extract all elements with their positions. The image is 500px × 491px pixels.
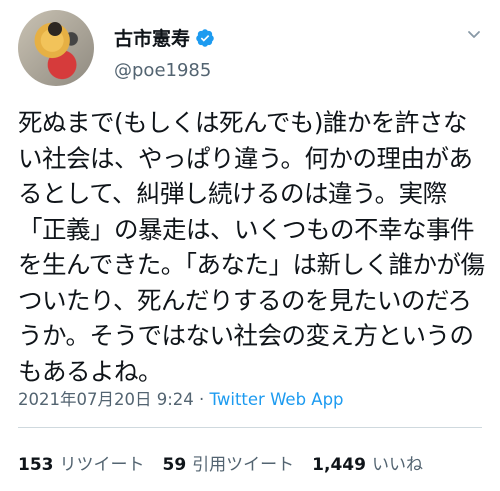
retweets-label: リツイート — [59, 455, 145, 475]
tweet-header: 古市憲寿 @poe1985 — [18, 10, 482, 90]
avatar[interactable] — [18, 10, 94, 86]
display-name-text: 古市憲寿 — [114, 28, 191, 50]
meta-separator: · — [193, 390, 210, 409]
likes-stat[interactable]: 1,449 いいね — [312, 450, 423, 475]
display-name[interactable]: 古市憲寿 — [114, 24, 215, 51]
tweet-timestamp[interactable]: 2021年07月20日 9:24 — [18, 390, 194, 409]
tweet-meta: 2021年07月20日 9:24 · Twitter Web App — [18, 386, 344, 410]
tweet-source[interactable]: Twitter Web App — [210, 390, 344, 409]
more-icon[interactable] — [466, 26, 482, 42]
tweet-stats: 153 リツイート 59 引用ツイート 1,449 いいね — [18, 450, 441, 475]
retweets-stat[interactable]: 153 リツイート — [18, 450, 145, 475]
verified-badge-icon — [196, 29, 214, 47]
divider — [18, 427, 482, 428]
tweet: 古市憲寿 @poe1985 死ぬまで(もしくは死んでも)誰かを許さない社会は、や… — [0, 0, 500, 491]
likes-count: 1,449 — [312, 455, 366, 475]
tweet-text: 死ぬまで(もしくは死んでも)誰かを許さない社会は、やっぱり違う。何かの理由がある… — [18, 108, 485, 386]
likes-label: いいね — [371, 455, 423, 475]
user-handle[interactable]: @poe1985 — [114, 60, 211, 81]
quotes-label: 引用ツイート — [192, 455, 295, 475]
quotes-stat[interactable]: 59 引用ツイート — [163, 450, 295, 475]
retweets-count: 153 — [18, 455, 54, 475]
quotes-count: 59 — [162, 455, 187, 475]
avatar-face — [48, 22, 62, 36]
